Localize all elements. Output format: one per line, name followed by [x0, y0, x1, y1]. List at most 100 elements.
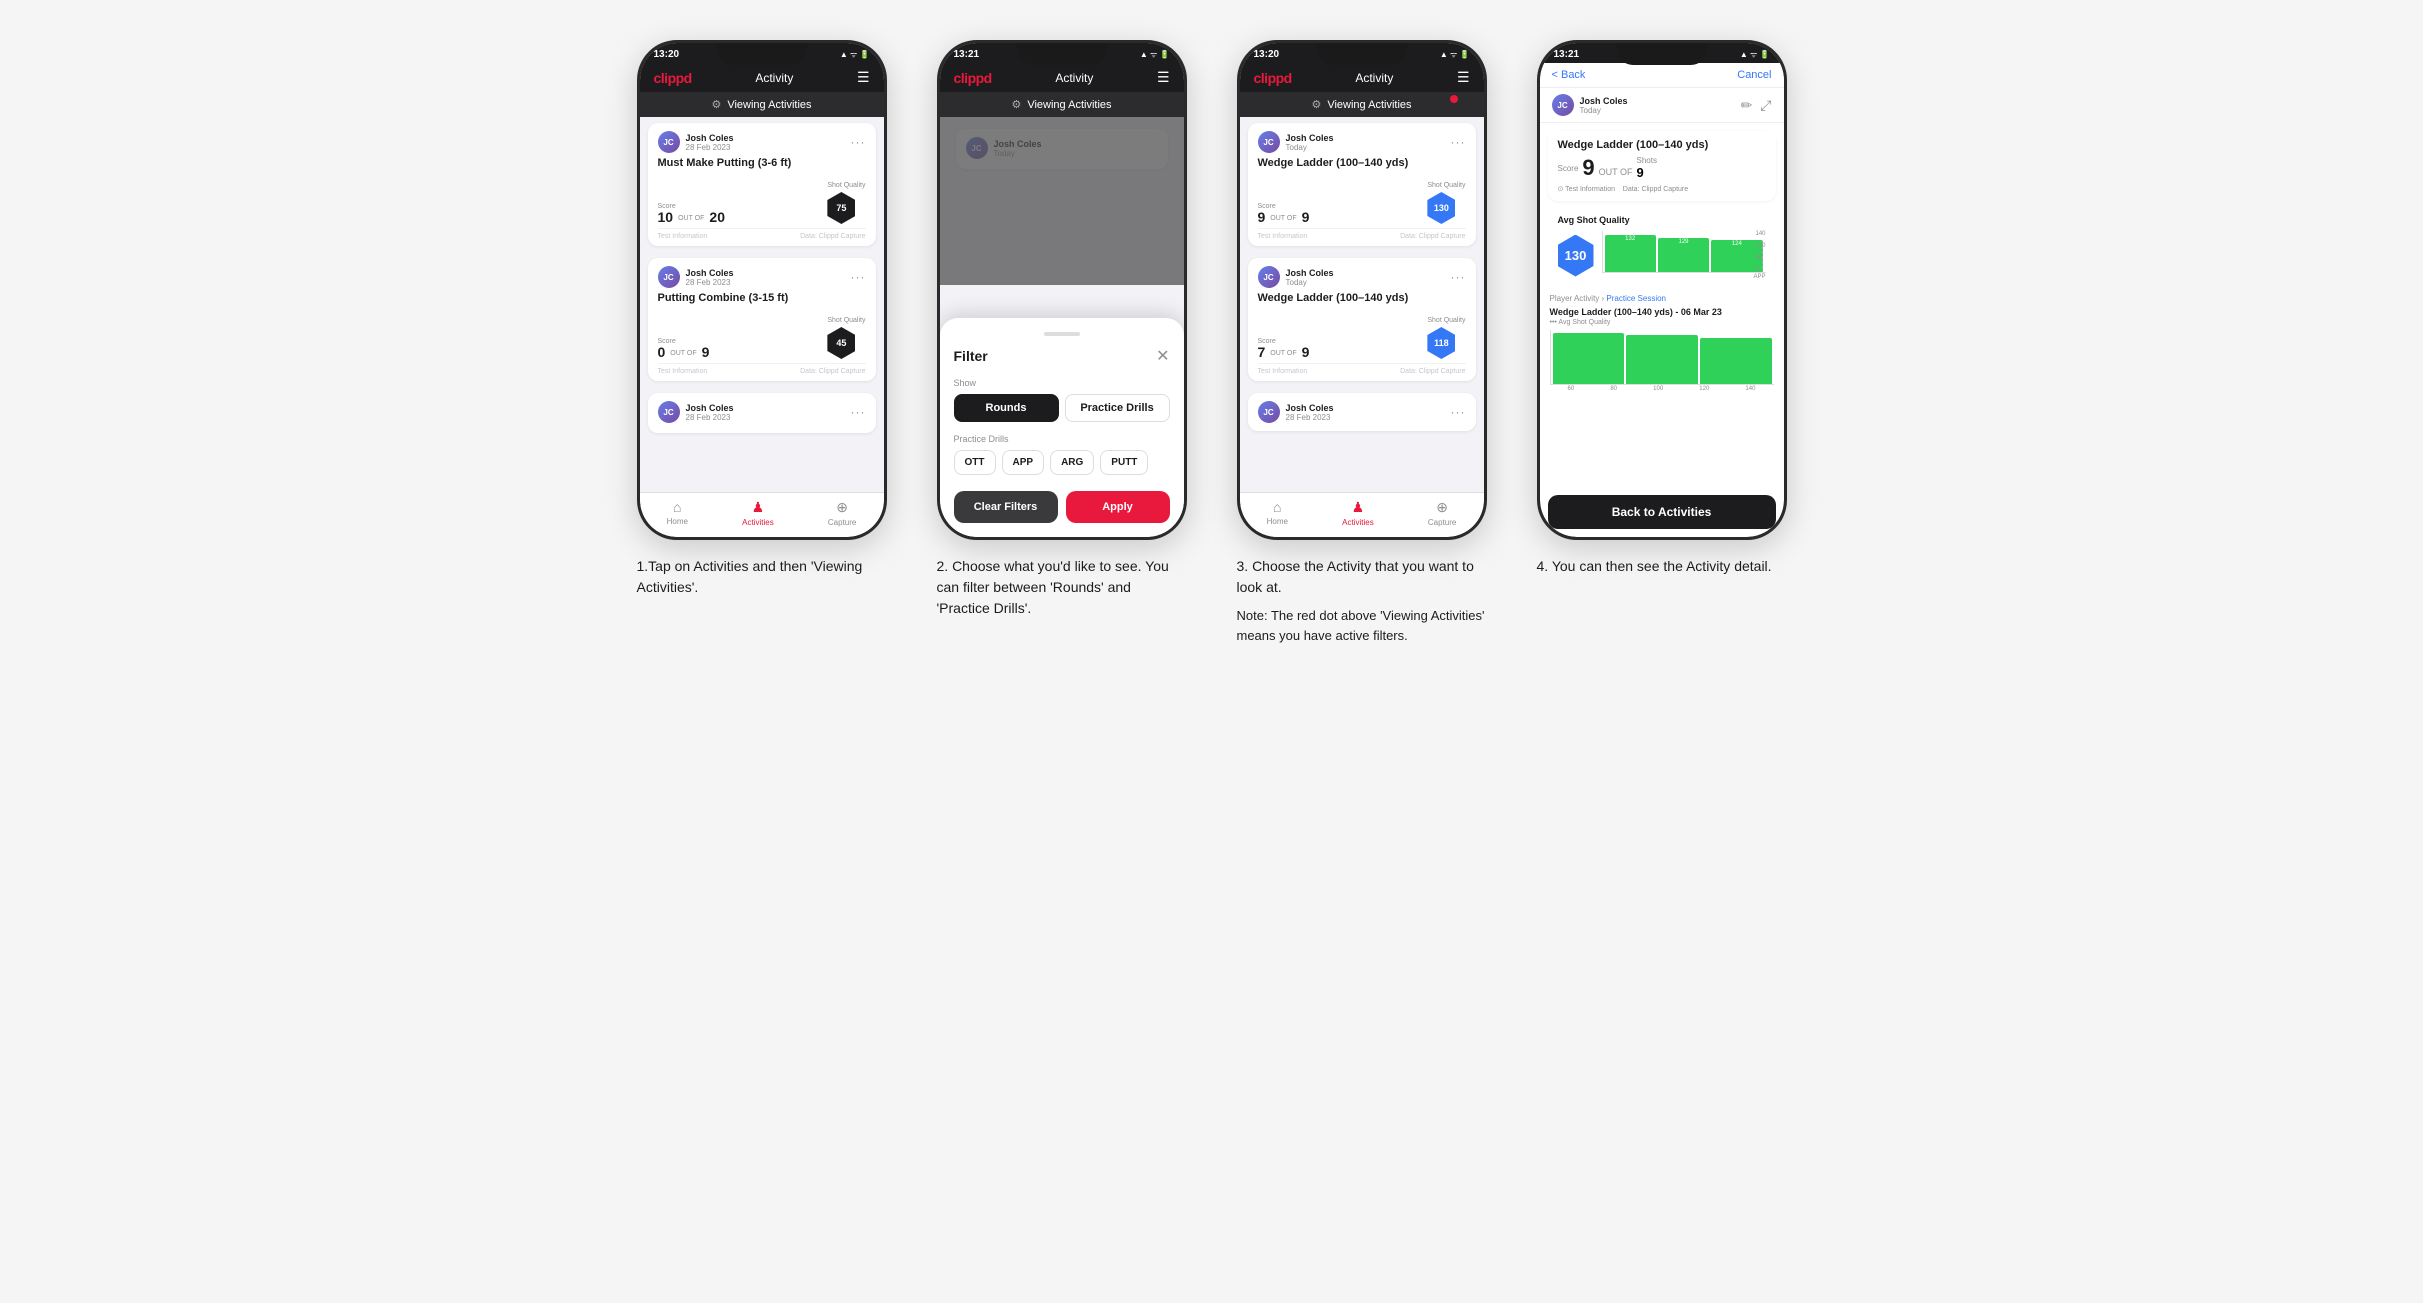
- out-of-3b: OUT OF: [1270, 350, 1296, 357]
- status-icons-1: ▲ ᯤ 🔋: [840, 49, 870, 60]
- hamburger-icon-3[interactable]: ☰: [1457, 69, 1470, 86]
- more-options-3a[interactable]: ···: [1451, 135, 1466, 149]
- user-name-3: Josh Coles: [686, 403, 734, 413]
- filter-phone-screen: JC Josh Coles Today: [940, 117, 1184, 537]
- user-date-3a: Today: [1286, 143, 1334, 152]
- shots-val-3a: 9: [1302, 210, 1310, 224]
- edit-icon[interactable]: ✏: [1741, 97, 1753, 114]
- quality-badge-3a: 130: [1427, 192, 1455, 224]
- drill-title: Wedge Ladder (100–140 yds): [1558, 139, 1766, 151]
- nav-capture-label-3: Capture: [1428, 518, 1456, 527]
- screen-content-3: JC Josh Coles Today ··· Wedge Ladder (10…: [1240, 117, 1484, 492]
- expand-icon[interactable]: ⤢: [1760, 97, 1771, 114]
- avatar-3: JC: [658, 401, 680, 423]
- screen-2: 13:21 ▲ ᯤ 🔋 clippd Activity ☰ ⚙ Viewing …: [940, 43, 1184, 537]
- nav-activities-label-1: Activities: [742, 518, 774, 527]
- filter-handle: [1044, 332, 1080, 336]
- cancel-btn[interactable]: Cancel: [1737, 69, 1771, 81]
- hamburger-icon-1[interactable]: ☰: [857, 69, 870, 86]
- drill-btn-row: OTT APP ARG PUTT: [954, 450, 1170, 475]
- back-to-activities-btn[interactable]: Back to Activities: [1548, 495, 1776, 529]
- viewing-bar-3[interactable]: ⚙ Viewing Activities: [1240, 92, 1484, 117]
- activity-card-2[interactable]: JC Josh Coles 28 Feb 2023 ··· Putting Co…: [648, 258, 876, 381]
- status-time-3: 13:20: [1254, 49, 1280, 60]
- shots-val-3b: 9: [1302, 345, 1310, 359]
- nav-capture-3[interactable]: ⊕ Capture: [1428, 499, 1456, 527]
- app-btn[interactable]: APP: [1002, 450, 1045, 475]
- viewing-bar-label-3: Viewing Activities: [1327, 99, 1411, 111]
- more-options-3b[interactable]: ···: [1451, 270, 1466, 284]
- nav-home-1[interactable]: ⌂ Home: [667, 499, 688, 527]
- bottom-nav-3: ⌂ Home ♟ Activities ⊕ Capture: [1240, 492, 1484, 537]
- hamburger-icon-2[interactable]: ☰: [1157, 69, 1170, 86]
- status-icons-3: ▲ ᯤ 🔋: [1440, 49, 1470, 60]
- activity-card-3c[interactable]: JC Josh Coles 28 Feb 2023 ···: [1248, 393, 1476, 431]
- more-options-1[interactable]: ···: [851, 135, 866, 149]
- user-date-3: 28 Feb 2023: [686, 413, 734, 422]
- screen-3: 13:20 ▲ ᯤ 🔋 clippd Activity ☰ ⚙ Viewing …: [1240, 43, 1484, 537]
- nav-capture-1[interactable]: ⊕ Capture: [828, 499, 856, 527]
- wedge-chart-title: Wedge Ladder (100–140 yds) - 06 Mar 23: [1550, 307, 1774, 317]
- putt-btn[interactable]: PUTT: [1100, 450, 1148, 475]
- quality-badge-1: 75: [827, 192, 855, 224]
- caption-4: 4. You can then see the Activity detail.: [1537, 556, 1787, 577]
- notch-3: [1317, 43, 1407, 65]
- status-icons-2: ▲ ᯤ 🔋: [1140, 49, 1170, 60]
- more-options-2[interactable]: ···: [851, 270, 866, 284]
- more-options-3[interactable]: ···: [851, 405, 866, 419]
- activity-card-1[interactable]: JC Josh Coles 28 Feb 2023 ··· Must Make …: [648, 123, 876, 246]
- app-title-2: Activity: [1055, 71, 1093, 85]
- score-val-1: 10: [658, 210, 674, 224]
- user-date-2: 28 Feb 2023: [686, 278, 734, 287]
- capture-icon-3: ⊕: [1436, 499, 1448, 516]
- quality-label-3a: Shot Quality: [1427, 182, 1465, 189]
- nav-home-label-1: Home: [667, 517, 688, 526]
- arg-btn[interactable]: ARG: [1050, 450, 1094, 475]
- filter-actions: Clear Filters Apply: [954, 491, 1170, 523]
- user-date-3b: Today: [1286, 278, 1334, 287]
- nav-activities-label-3: Activities: [1342, 518, 1374, 527]
- footer-right-3b: Data: Clippd Capture: [1400, 368, 1465, 375]
- viewing-bar-2[interactable]: ⚙ Viewing Activities: [940, 92, 1184, 117]
- avatar-3c: JC: [1258, 401, 1280, 423]
- rounds-filter-btn[interactable]: Rounds: [954, 394, 1059, 422]
- card-title-2: Putting Combine (3-15 ft): [658, 292, 866, 304]
- activities-icon-1: ♟: [752, 499, 765, 516]
- filter-drills-label: Practice Drills: [954, 434, 1170, 444]
- session-info: Player Activity › Practice Session Wedge…: [1548, 294, 1776, 396]
- avatar-2: JC: [658, 266, 680, 288]
- filter-title: Filter: [954, 348, 988, 364]
- practice-drills-filter-btn[interactable]: Practice Drills: [1065, 394, 1170, 422]
- footer-right-2: Data: Clippd Capture: [800, 368, 865, 375]
- detail-avatar: JC: [1552, 94, 1574, 116]
- user-name-1: Josh Coles: [686, 133, 734, 143]
- status-time-4: 13:21: [1554, 49, 1580, 60]
- filter-modal: Filter ✕ Show Rounds Practice Drills Pra…: [940, 318, 1184, 537]
- activity-card-3a[interactable]: JC Josh Coles Today ··· Wedge Ladder (10…: [1248, 123, 1476, 246]
- footer-left-1: Test Information: [658, 233, 708, 240]
- card-title-3a: Wedge Ladder (100–140 yds): [1258, 157, 1466, 169]
- avatar-3a: JC: [1258, 131, 1280, 153]
- more-options-3c[interactable]: ···: [1451, 405, 1466, 419]
- activity-card-3[interactable]: JC Josh Coles 28 Feb 2023 ···: [648, 393, 876, 433]
- viewing-bar-1[interactable]: ⚙ Viewing Activities: [640, 92, 884, 117]
- hex-badge-large: 130: [1558, 235, 1594, 277]
- quality-label-1: Shot Quality: [827, 182, 865, 189]
- activity-card-3b[interactable]: JC Josh Coles Today ··· Wedge Ladder (10…: [1248, 258, 1476, 381]
- nav-activities-1[interactable]: ♟ Activities: [742, 499, 774, 527]
- phone-col-2: 13:21 ▲ ᯤ 🔋 clippd Activity ☰ ⚙ Viewing …: [927, 40, 1197, 619]
- ott-btn[interactable]: OTT: [954, 450, 996, 475]
- user-name-3b: Josh Coles: [1286, 268, 1334, 278]
- clear-filters-btn[interactable]: Clear Filters: [954, 491, 1058, 523]
- nav-home-3[interactable]: ⌂ Home: [1267, 499, 1288, 527]
- user-date-3c: 28 Feb 2023: [1286, 413, 1334, 422]
- nav-activities-3[interactable]: ♟ Activities: [1342, 499, 1374, 527]
- app-header-1: clippd Activity ☰: [640, 63, 884, 92]
- apply-btn[interactable]: Apply: [1066, 491, 1170, 523]
- detail-user-date: Today: [1580, 106, 1628, 115]
- app-header-3: clippd Activity ☰: [1240, 63, 1484, 92]
- quality-label-3b: Shot Quality: [1427, 317, 1465, 324]
- filter-close-icon[interactable]: ✕: [1156, 346, 1169, 366]
- back-btn[interactable]: < Back: [1552, 69, 1586, 81]
- notch-1: [717, 43, 807, 65]
